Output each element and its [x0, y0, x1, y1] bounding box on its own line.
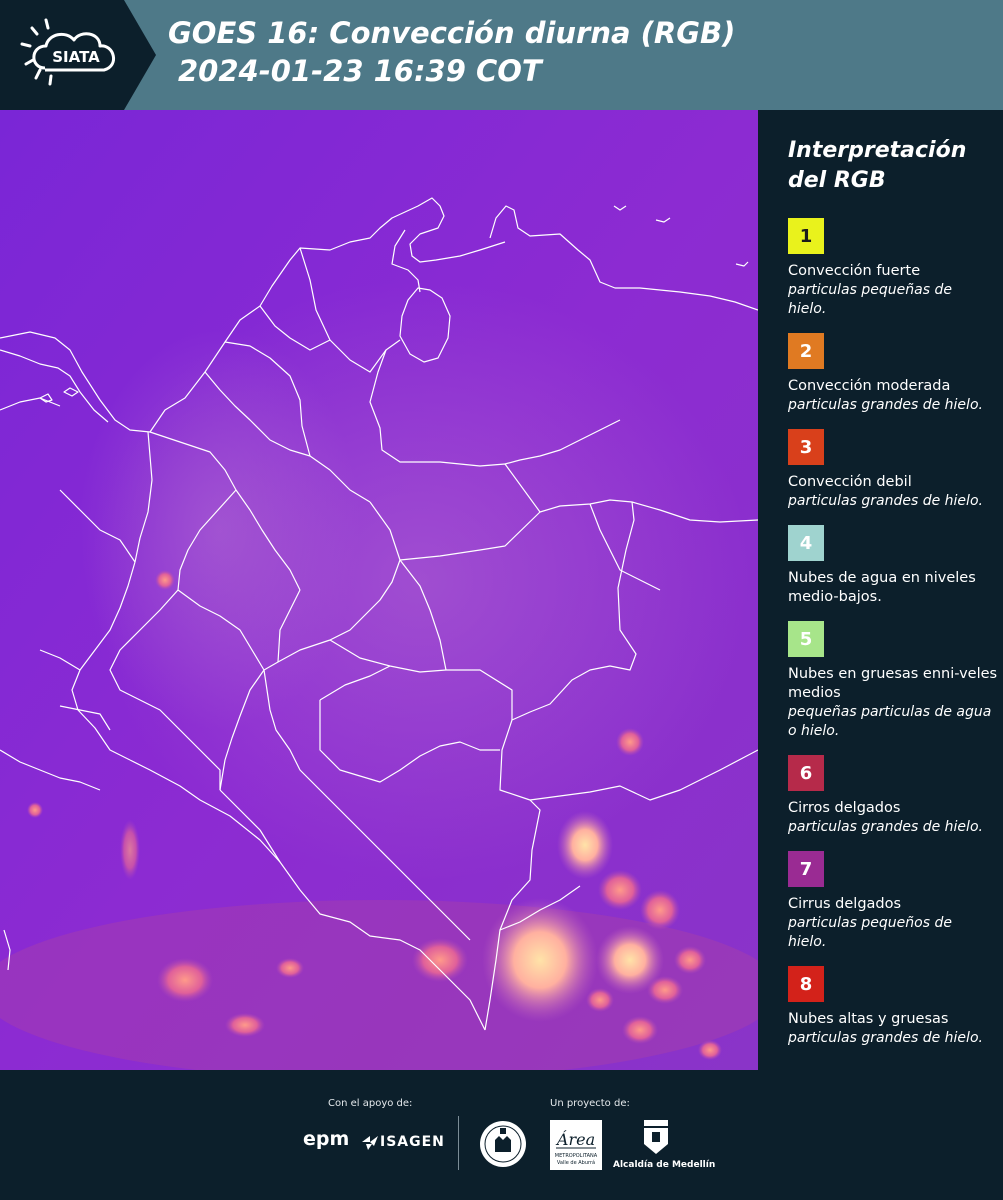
- svg-text:Área: Área: [555, 1129, 595, 1149]
- footer: Con el apoyo de: Un proyecto de: epm ISA…: [0, 1070, 1003, 1200]
- area-metropolitana-logo[interactable]: Área METROPOLITANA Valle de Aburrá: [550, 1120, 602, 1174]
- alcaldia-text: Alcaldía de Medellín: [613, 1160, 716, 1170]
- legend-sub: particulas grandes de hielo.: [788, 819, 983, 835]
- isagen-icon: [362, 1136, 378, 1150]
- legend-swatch: 8: [788, 966, 824, 1002]
- legend-swatch: 3: [788, 429, 824, 465]
- epm-logo[interactable]: epm: [303, 1128, 349, 1150]
- legend-sub: pequeñas particulas de agua o hielo.: [788, 704, 992, 739]
- legend-swatch: 4: [788, 525, 824, 561]
- legend-label: Cirros delgados: [788, 800, 901, 816]
- title-block: GOES 16: Convección diurna (RGB) 2024-01…: [168, 14, 988, 90]
- legend-label: Nubes de agua en niveles medio-bajos.: [788, 570, 976, 605]
- legend-title-line1: Interpretación: [788, 138, 967, 163]
- legend-panel: Interpretación del RGB 1 Convección fuer…: [758, 110, 1003, 1070]
- legend-item-6: 6 Cirros delgados particulas grandes de …: [788, 755, 1003, 837]
- legend-sub: particulas grandes de hielo.: [788, 493, 983, 509]
- legend-swatch: 6: [788, 755, 824, 791]
- medellin-shield-icon: [644, 1120, 668, 1154]
- project-caption: Un proyecto de:: [550, 1098, 630, 1109]
- page-title: GOES 16: Convección diurna (RGB): [168, 16, 736, 50]
- svg-text:METROPOLITANA: METROPOLITANA: [555, 1153, 598, 1159]
- legend-item-2: 2 Convección moderada particulas grandes…: [788, 333, 1003, 415]
- seal-logo[interactable]: [478, 1118, 528, 1174]
- logo-text: SIATA: [52, 48, 100, 66]
- legend-title-line2: del RGB: [788, 168, 886, 193]
- legend-label: Nubes en gruesas enni-veles medios: [788, 666, 998, 701]
- legend-sub: particulas grandes de hielo.: [788, 397, 983, 413]
- legend-label: Convección moderada: [788, 378, 951, 394]
- legend-swatch: 5: [788, 621, 824, 657]
- legend-label: Cirrus delgados: [788, 896, 902, 912]
- legend-item-7: 7 Cirrus delgados particulas pequeños de…: [788, 851, 1003, 952]
- map-canvas: [0, 110, 758, 1070]
- svg-text:Valle de Aburrá: Valle de Aburrá: [557, 1159, 595, 1166]
- legend-sub: particulas pequeñas de hielo.: [788, 282, 952, 317]
- legend-item-1: 1 Convección fuerte particulas pequeñas …: [788, 218, 1003, 319]
- legend-item-8: 8 Nubes altas y gruesas particulas grand…: [788, 966, 1003, 1048]
- footer-divider: [458, 1116, 459, 1170]
- isagen-text: ISAGEN: [380, 1134, 445, 1150]
- area-metropolitana-icon: Área METROPOLITANA Valle de Aburrá: [550, 1120, 602, 1170]
- medellin-shield-logo[interactable]: [642, 1118, 670, 1160]
- legend-label: Convección fuerte: [788, 263, 921, 279]
- satellite-map[interactable]: [0, 110, 758, 1070]
- legend-swatch: 2: [788, 333, 824, 369]
- legend-item-4: 4 Nubes de agua en niveles medio-bajos.: [788, 525, 1003, 607]
- legend-title: Interpretación del RGB: [788, 136, 1003, 196]
- legend-sub: particulas pequeños de hielo.: [788, 915, 952, 950]
- legend-item-3: 3 Convección debil particulas grandes de…: [788, 429, 1003, 511]
- legend-label: Nubes altas y gruesas: [788, 1011, 949, 1027]
- legend-sub: particulas grandes de hielo.: [788, 1030, 983, 1046]
- support-caption: Con el apoyo de:: [328, 1098, 413, 1109]
- header-bar: SIATA GOES 16: Convección diurna (RGB) 2…: [0, 0, 1003, 110]
- siata-logo[interactable]: SIATA: [0, 0, 156, 110]
- seal-icon: [480, 1121, 526, 1167]
- siata-logo-icon: SIATA: [0, 0, 156, 110]
- legend-item-5: 5 Nubes en gruesas enni-veles medios peq…: [788, 621, 1003, 741]
- timestamp: 2024-01-23 16:39 COT: [178, 54, 542, 88]
- legend-swatch: 1: [788, 218, 824, 254]
- legend-swatch: 7: [788, 851, 824, 887]
- legend-label: Convección debil: [788, 474, 912, 490]
